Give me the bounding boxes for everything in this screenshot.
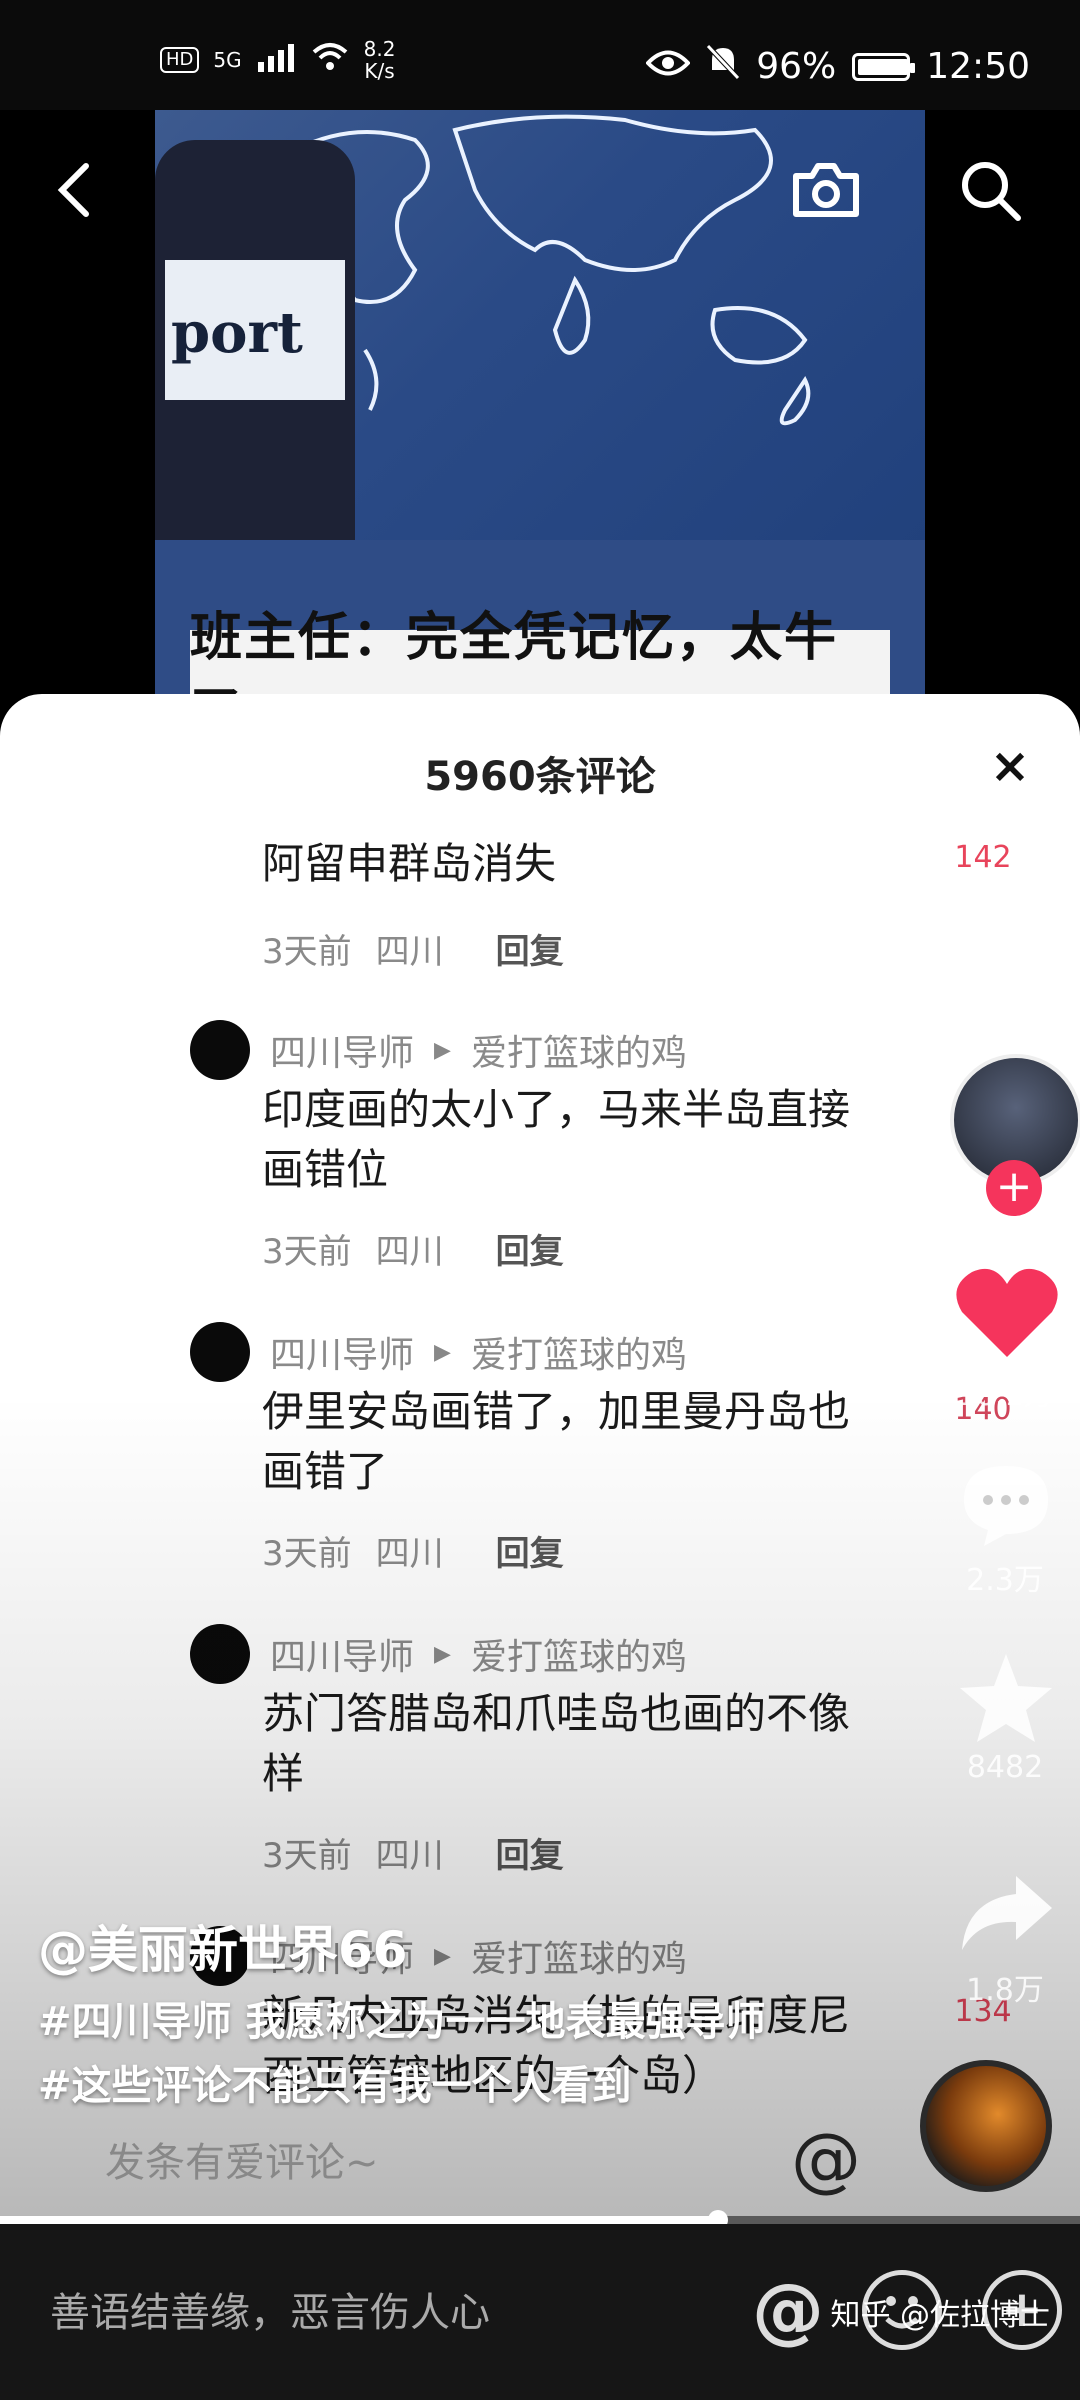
comment-meta: 3天前 四川 回复 <box>262 924 564 973</box>
caption-author[interactable]: @美丽新世界66 <box>38 1910 778 1982</box>
comment-region: 四川 <box>375 1232 444 1272</box>
comment-text: 伊里安岛画错了，加里曼丹岛也画错了 <box>262 1387 851 1496</box>
comment-total: 2.3万 <box>966 1563 1044 1598</box>
avatar[interactable] <box>190 1624 250 1684</box>
share-total: 1.8万 <box>966 1973 1044 2008</box>
reply-header: 四川导师 ▶ 爱打篮球的鸡 <box>190 1624 687 1684</box>
reply-button[interactable]: 回复 <box>496 1526 564 1575</box>
comment-text: 阿留申群岛消失 <box>262 839 557 888</box>
comment-meta: 3天前 四川 回复 <box>262 1526 564 1575</box>
reply-arrow-icon: ▶ <box>434 1037 451 1063</box>
back-arrow-icon <box>57 163 89 217</box>
comment-text: 印度画的太小了，马来半岛直接画错位 <box>262 1085 851 1194</box>
comment-region: 四川 <box>375 932 444 972</box>
reply-header: 四川导师 ▶ 爱打篮球的鸡 <box>190 1322 687 1382</box>
at-mention-icon[interactable]: @ <box>748 2270 828 2350</box>
like-count[interactable]: 142 <box>938 840 1028 875</box>
reply-target[interactable]: 爱打篮球的鸡 <box>471 1326 687 1378</box>
status-bar: HD 5G 8.2 K/s 96% 12:50 <box>0 0 1080 110</box>
back-button[interactable] <box>34 150 114 230</box>
network-label: 5G <box>213 48 242 72</box>
comments-count-title: 5960条评论 <box>424 754 656 800</box>
video-player[interactable]: port 班主任：完全凭记忆，太牛了 <box>0 110 1080 743</box>
like-total: 16.1万 <box>956 1378 1054 1413</box>
star-icon[interactable] <box>956 1650 1056 1746</box>
watermark: 知乎 @佐拉博士 <box>830 2298 1050 2333</box>
comment-time: 3天前 <box>262 1836 352 1876</box>
reply-button[interactable]: 回复 <box>496 1828 564 1877</box>
caption-description[interactable]: #四川导师 我愿称之为一一地表最强导师#这些评论不能只有我一个人看到 <box>38 1990 778 2118</box>
at-mention-icon[interactable]: @ <box>788 2124 864 2200</box>
reply-button[interactable]: 回复 <box>496 1224 564 1273</box>
net-speed: 8.2 K/s <box>363 37 396 83</box>
bottom-comment-input[interactable]: 善语结善缘，恶言伤人心 <box>50 2280 490 2338</box>
progress-fill <box>0 2216 719 2224</box>
comment-meta: 3天前 四川 回复 <box>262 1224 564 1273</box>
eye-icon <box>645 46 691 87</box>
close-icon[interactable]: × <box>980 736 1040 796</box>
camera-button[interactable] <box>786 150 866 230</box>
comment-bubble-icon[interactable] <box>956 1460 1056 1550</box>
comment-meta: 3天前 四川 回复 <box>262 1828 564 1877</box>
reply-author[interactable]: 四川导师 <box>270 1628 414 1680</box>
share-icon[interactable] <box>956 1870 1056 1954</box>
camera-icon <box>793 163 859 217</box>
reply-header: 四川导师 ▶ 爱打篮球的鸡 <box>190 1020 687 1080</box>
clock: 12:50 <box>926 46 1030 87</box>
wifi-icon <box>310 42 350 79</box>
avatar[interactable] <box>190 1020 250 1080</box>
shirt-print: port <box>165 260 345 400</box>
action-rail: + 16.1万 2.3万 8482 1.8万 <box>930 1040 1080 2140</box>
comment-region: 四川 <box>375 1534 444 1574</box>
student-figure: port <box>155 140 355 540</box>
reply-target[interactable]: 爱打篮球的鸡 <box>471 1628 687 1680</box>
video-caption: @美丽新世界66 #四川导师 我愿称之为一一地表最强导师#这些评论不能只有我一个… <box>38 1910 778 2118</box>
battery-icon <box>852 52 916 81</box>
battery-fill <box>858 58 909 75</box>
hd-badge: HD <box>160 47 200 73</box>
heart-icon[interactable] <box>952 1262 1062 1362</box>
comment-region: 四川 <box>375 1836 444 1876</box>
reply-arrow-icon: ▶ <box>434 1339 451 1365</box>
reply-arrow-icon: ▶ <box>434 1641 451 1667</box>
signal-icon <box>256 42 296 79</box>
battery-percent: 96% <box>756 46 837 87</box>
comment-text: 苏门答腊岛和爪哇岛也画的不像样 <box>262 1689 851 1798</box>
follow-button[interactable]: + <box>986 1160 1042 1216</box>
comment-input-row: 发条有爱评论~ @ <box>0 2100 1080 2220</box>
reply-author[interactable]: 四川导师 <box>270 1326 414 1378</box>
reply-button[interactable]: 回复 <box>496 924 564 973</box>
music-disc-icon[interactable] <box>920 2060 1052 2192</box>
comment-time: 3天前 <box>262 932 352 972</box>
search-button[interactable] <box>950 150 1030 230</box>
reply-author[interactable]: 四川导师 <box>270 1024 414 1076</box>
video-progress[interactable] <box>0 2210 1080 2230</box>
comment-input[interactable]: 发条有爱评论~ <box>105 2130 379 2188</box>
mute-bell-icon <box>706 44 741 89</box>
comment-time: 3天前 <box>262 1232 352 1272</box>
avatar[interactable] <box>190 1322 250 1382</box>
comment-time: 3天前 <box>262 1534 352 1574</box>
search-icon <box>962 162 1021 221</box>
favorite-total: 8482 <box>966 1750 1044 1785</box>
reply-target[interactable]: 爱打篮球的鸡 <box>471 1024 687 1076</box>
